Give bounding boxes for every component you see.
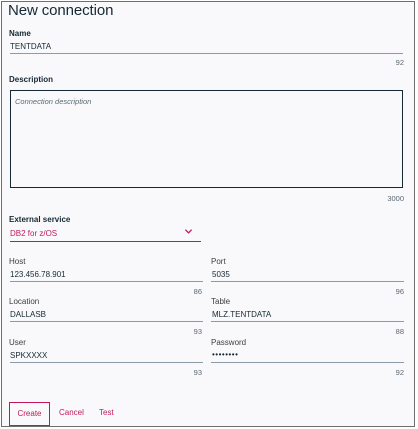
test-button[interactable]: Test [99,408,114,417]
description-textarea[interactable]: Connection description [10,90,403,188]
port-label: Port [211,257,226,266]
port-underline [211,281,404,282]
cancel-button[interactable]: Cancel [59,408,84,417]
name-char-counter: 92 [395,58,404,67]
table-label: Table [211,297,231,306]
port-char-counter: 96 [395,287,404,296]
create-button[interactable]: Create [9,402,50,426]
description-placeholder: Connection description [15,97,92,106]
host-char-counter: 86 [193,287,202,296]
new-connection-dialog: New connection Name TENTDATA 92 Descript… [1,1,415,427]
description-label: Description [9,75,54,84]
location-char-counter: 93 [193,327,202,336]
password-input[interactable]: •••••••• [212,350,238,359]
external-service-selected: DB2 for z/OS [10,229,58,238]
password-underline [211,362,404,363]
location-input[interactable]: DALLASB [10,310,46,319]
user-input[interactable]: SPKXXXX [10,351,47,360]
password-label: Password [211,338,247,347]
external-service-select[interactable]: DB2 for z/OS [10,225,201,242]
host-input[interactable]: 123.456.78.901 [10,270,66,279]
password-char-counter: 92 [395,368,404,377]
user-label: User [9,338,26,347]
name-underline [10,53,403,54]
user-underline [10,362,203,363]
table-char-counter: 88 [395,327,404,336]
external-service-label: External service [9,215,71,224]
table-input[interactable]: MLZ.TENTDATA [212,310,271,319]
chevron-down-icon [184,229,193,234]
location-underline [10,321,203,322]
port-input[interactable]: 5035 [212,270,230,279]
host-label: Host [9,257,26,266]
host-underline [10,281,203,282]
table-underline [211,321,404,322]
name-input[interactable]: TENTDATA [10,42,51,51]
location-label: Location [9,297,40,306]
dialog-title: New connection [8,2,114,19]
user-char-counter: 93 [193,368,202,377]
description-char-counter: 3000 [387,194,404,203]
name-label: Name [9,29,31,38]
